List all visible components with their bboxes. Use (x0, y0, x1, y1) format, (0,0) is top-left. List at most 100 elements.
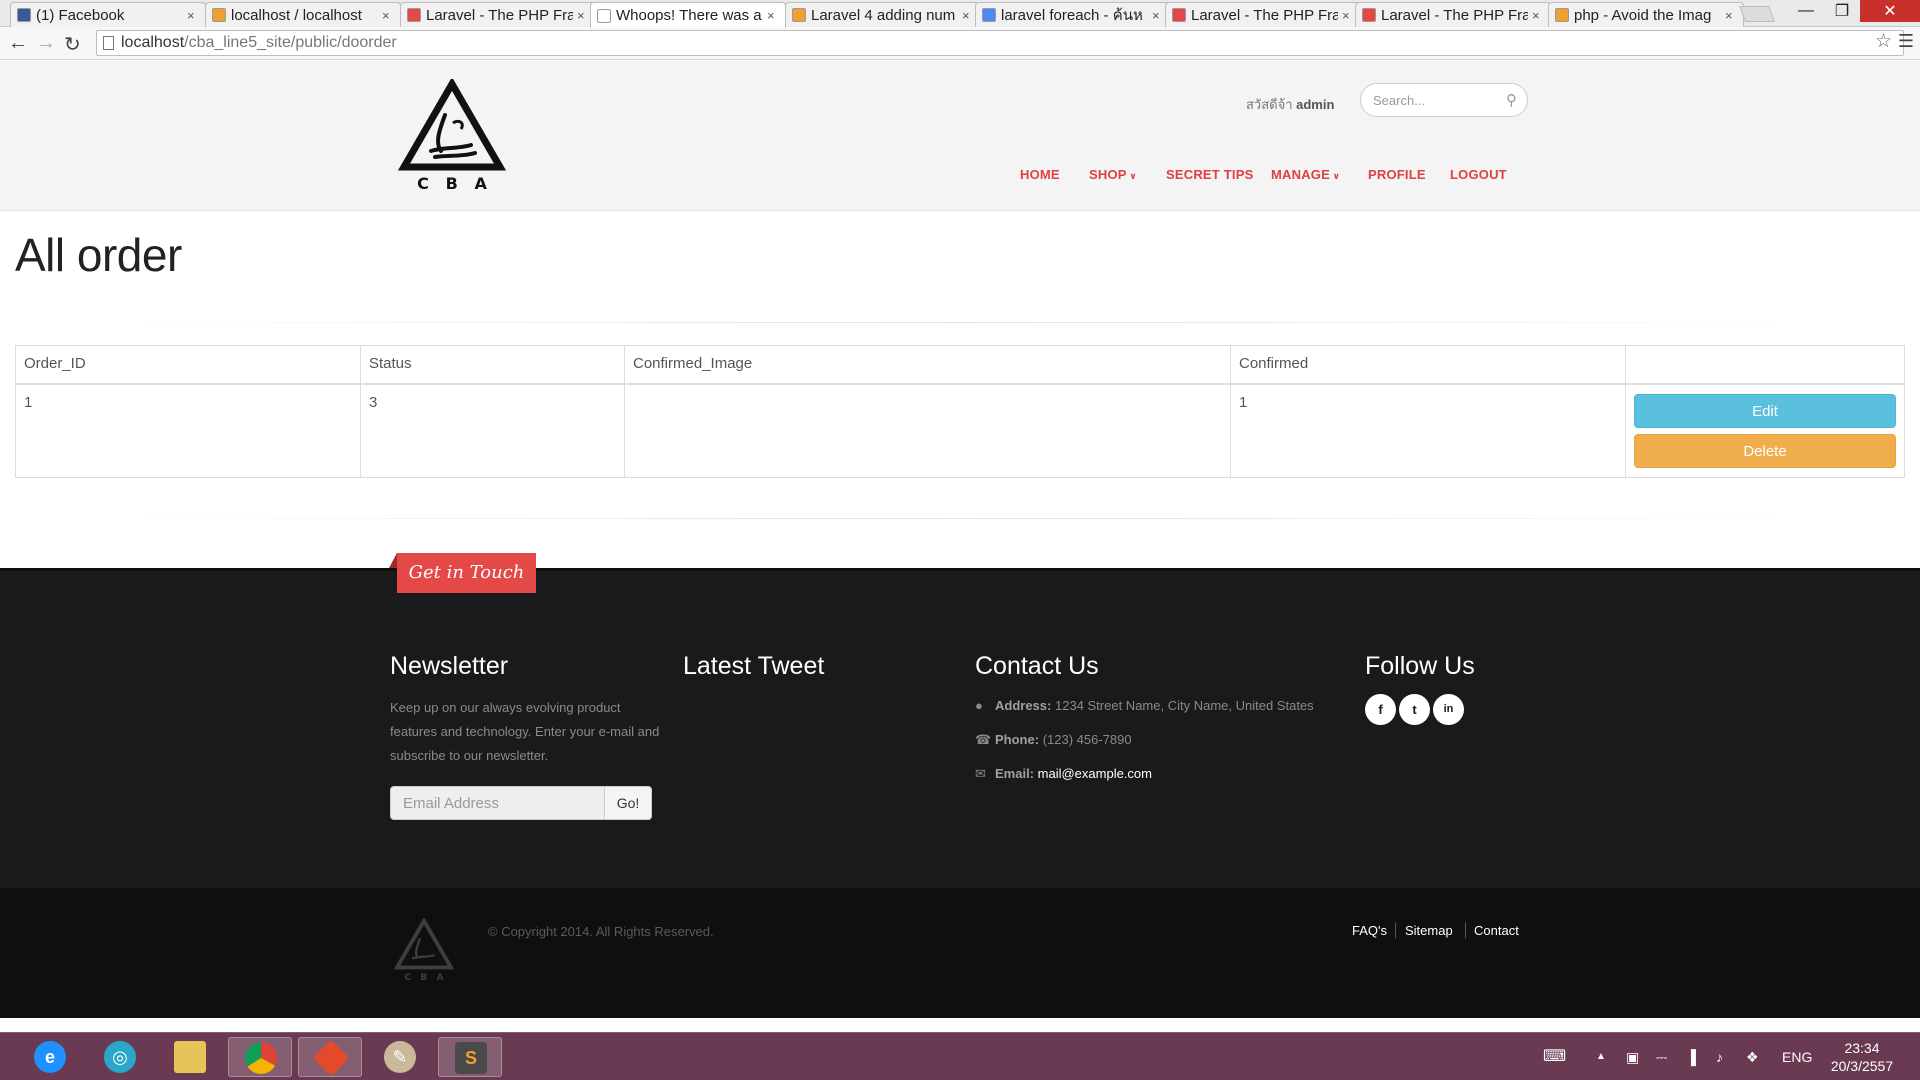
tab-favicon-icon (17, 8, 31, 22)
footer (0, 568, 1920, 890)
facebook-icon[interactable]: f (1365, 694, 1396, 725)
dropbox-icon[interactable]: ❖ (1746, 1049, 1759, 1066)
url-input[interactable]: localhost/cba_line5_site/public/doorder (96, 30, 1904, 56)
get-in-touch-ribbon: Get in Touch (397, 553, 536, 593)
cell-order-id: 1 (15, 383, 361, 478)
linkedin-icon[interactable]: in (1433, 694, 1464, 725)
search-icon[interactable]: ⚲ (1506, 91, 1517, 109)
contact-email: ✉ Email: mail@example.com (975, 766, 1152, 782)
edit-button[interactable]: Edit (1634, 393, 1896, 428)
taskbar-ie[interactable]: e (18, 1037, 82, 1077)
tab-close-icon[interactable]: × (1152, 8, 1164, 23)
tab-favicon-icon (1555, 8, 1569, 22)
cba-logo[interactable]: C B A (395, 79, 509, 193)
tray-monitor-icon[interactable]: ▣ (1626, 1049, 1639, 1066)
tab-close-icon[interactable]: × (962, 8, 974, 23)
nav-item-profile[interactable]: PROFILE (1368, 167, 1426, 182)
contact-us-title: Contact Us (975, 652, 1099, 680)
internet-explorer-icon: e (34, 1041, 66, 1073)
contact-phone: ☎ Phone: (123) 456-7890 (975, 732, 1132, 748)
tray-power-icon[interactable]: ⎓ (1656, 1049, 1667, 1066)
footer-logo-letters: C B A (404, 973, 443, 982)
nav-item-logout[interactable]: LOGOUT (1450, 167, 1507, 182)
phone-icon: ☎ (975, 732, 992, 747)
nav-item-label: LOGOUT (1450, 167, 1507, 182)
close-window-icon[interactable]: ✕ (1860, 0, 1920, 22)
volume-icon[interactable]: ♪ (1716, 1049, 1723, 1065)
greeting-prefix: สวัสดีจ้า (1246, 97, 1297, 112)
copyright-text: © Copyright 2014. All Rights Reserved. (488, 924, 714, 939)
newsletter-title: Newsletter (390, 652, 509, 680)
browser-tab[interactable]: Laravel - The PHP Fra × (1355, 2, 1551, 27)
forward-icon[interactable]: → (36, 32, 56, 55)
windows-taskbar: e ◎ ✎ S ⌨ ▲ ▣ ⎓ ▐ ♪ ❖ ENG 23:34 20/3/255… (0, 1032, 1920, 1080)
taskbar-sublime[interactable]: S (438, 1037, 502, 1077)
tab-title: Laravel - The PHP Fra (426, 6, 573, 24)
browser-tab[interactable]: laravel foreach - ค้นห × (975, 2, 1171, 27)
tray-expand-icon[interactable]: ▲ (1596, 1051, 1606, 1062)
taskbar-paint[interactable]: ✎ (368, 1037, 432, 1077)
tab-close-icon[interactable]: × (187, 8, 199, 23)
delete-button[interactable]: Delete (1634, 433, 1896, 468)
browser-tab[interactable]: Laravel - The PHP Fra × (400, 2, 596, 27)
email-link[interactable]: mail@example.com (1038, 766, 1152, 781)
tab-close-icon[interactable]: × (1342, 8, 1354, 23)
tab-close-icon[interactable]: × (577, 8, 589, 23)
browser-tab[interactable]: php - Avoid the Imag × (1548, 2, 1744, 27)
footer-link-sitemap[interactable]: Sitemap (1405, 923, 1453, 938)
minimize-icon[interactable]: — (1786, 0, 1826, 22)
divider (100, 518, 1820, 519)
tab-close-icon[interactable]: × (382, 8, 394, 23)
maximize-icon[interactable]: ❐ (1822, 0, 1862, 22)
browser-tab[interactable]: Laravel - The PHP Fra × (1165, 2, 1361, 27)
new-tab-button[interactable] (1739, 6, 1775, 22)
footer-link-contact[interactable]: Contact (1474, 923, 1519, 938)
url-path: /cba_line5_site/public/doorder (184, 34, 397, 51)
taskbar-explorer[interactable] (158, 1037, 222, 1077)
page-icon (103, 36, 114, 50)
cell-confirmed: 1 (1230, 383, 1626, 478)
browser-tab[interactable]: Laravel 4 adding num × (785, 2, 981, 27)
network-signal-icon[interactable]: ▐ (1686, 1049, 1696, 1065)
folder-icon (174, 1041, 206, 1073)
address-label: Address: (995, 698, 1052, 713)
clock-time: 23:34 (1844, 1040, 1880, 1056)
taskbar-git[interactable] (298, 1037, 362, 1077)
nav-item-manage[interactable]: MANAGE ∨ (1271, 167, 1340, 182)
newsletter-go-button[interactable]: Go! (604, 786, 652, 820)
site-header: C B A สวัสดีจ้า admin Search... ⚲ HOME SH… (0, 61, 1920, 211)
footer-logo[interactable]: C B A (392, 918, 456, 982)
tab-title: laravel foreach - ค้นห (1001, 7, 1143, 24)
taskbar-chrome[interactable] (228, 1037, 292, 1077)
address-value: 1234 Street Name, City Name, United Stat… (1054, 698, 1314, 713)
system-clock[interactable]: 23:34 20/3/2557 (1822, 1039, 1902, 1075)
tab-favicon-icon (982, 8, 996, 22)
browser-tab[interactable]: Whoops! There was a × (590, 2, 786, 28)
nav-item-secret-tips[interactable]: SECRET TIPS (1166, 167, 1253, 182)
tab-close-icon[interactable]: × (1532, 8, 1544, 23)
footer-link-faq[interactable]: FAQ's (1352, 923, 1387, 938)
keyboard-icon[interactable]: ⌨ (1543, 1046, 1566, 1066)
taskbar-network-app[interactable]: ◎ (88, 1037, 152, 1077)
language-indicator[interactable]: ENG (1782, 1049, 1812, 1065)
envelope-icon: ✉ (975, 766, 986, 781)
search-input[interactable]: Search... ⚲ (1360, 83, 1528, 117)
nav-item-shop[interactable]: SHOP ∨ (1089, 167, 1137, 182)
browser-tab[interactable]: localhost / localhost × (205, 2, 401, 27)
browser-menu-icon[interactable]: ☰ (1898, 31, 1914, 52)
chevron-down-icon: ∨ (1329, 171, 1341, 181)
back-icon[interactable]: ← (8, 32, 28, 55)
tab-close-icon[interactable]: × (1725, 8, 1737, 23)
cell-actions: Edit Delete (1625, 383, 1905, 478)
browser-tab[interactable]: (1) Facebook × (10, 2, 206, 27)
nav-item-home[interactable]: HOME (1020, 167, 1060, 182)
paint-palette-icon: ✎ (384, 1041, 416, 1073)
tab-close-icon[interactable]: × (767, 8, 779, 23)
bookmark-star-icon[interactable]: ☆ (1875, 30, 1892, 53)
nav-item-label: SECRET TIPS (1166, 167, 1254, 182)
twitter-icon[interactable]: t (1399, 694, 1430, 725)
url-host: localhost (121, 34, 185, 51)
tab-title: Laravel - The PHP Fra (1381, 6, 1528, 24)
cell-confirmed-image (624, 383, 1231, 478)
reload-icon[interactable]: ↻ (64, 32, 81, 57)
